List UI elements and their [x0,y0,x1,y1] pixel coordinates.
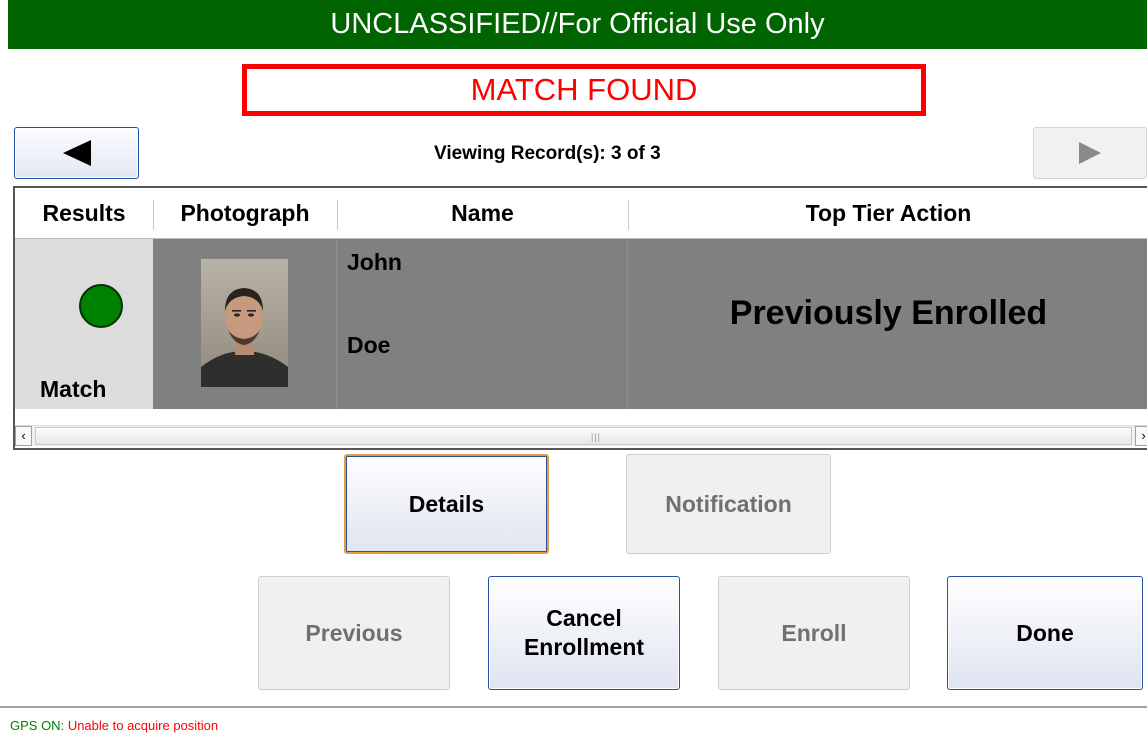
prev-record-button[interactable] [14,127,139,179]
match-indicator-icon [79,284,123,328]
notification-button[interactable]: Notification [626,454,831,554]
scroll-left-arrow-icon[interactable]: ‹ [15,426,32,446]
status-divider [0,706,1147,708]
done-button[interactable]: Done [947,576,1143,690]
column-header-photograph[interactable]: Photograph [153,188,337,239]
photograph-cell [153,239,337,409]
cancel-enrollment-button[interactable]: Cancel Enrollment [488,576,680,690]
previous-button[interactable]: Previous [258,576,450,690]
last-name: Doe [347,332,391,358]
column-header-name[interactable]: Name [337,188,628,239]
cancel-enrollment-label-line2: Enrollment [523,634,645,660]
triangle-left-icon [62,140,91,166]
results-cell: Match [15,239,153,409]
record-counter: Viewing Record(s): 3 of 3 [434,143,661,164]
next-record-button[interactable] [1033,127,1147,179]
triangle-right-icon [1079,142,1101,164]
column-header-results[interactable]: Results [15,188,153,239]
details-button[interactable]: Details [344,454,549,554]
scrollbar-thumb[interactable]: ||| [35,427,1132,445]
grid-header: Results Photograph Name Top Tier Action [15,188,1147,239]
gps-message: Unable to acquire position [67,718,219,733]
column-header-top-tier-action[interactable]: Top Tier Action [628,188,1147,239]
gps-label: GPS ON: [10,718,65,733]
top-tier-action-cell: Previously Enrolled [729,293,1048,332]
name-cell: John Doe [337,239,628,409]
table-row[interactable]: Match John Doe Previously Enrolled [15,239,1147,409]
subject-photo [201,259,288,387]
match-status-box: MATCH FOUND [242,64,926,116]
gps-status: GPS ON: Unable to acquire position [10,718,218,733]
cancel-enrollment-label-line1: Cancel [546,605,622,632]
scroll-right-arrow-icon[interactable]: › [1135,426,1147,446]
result-label: Match [40,376,107,402]
classification-banner: UNCLASSIFIED//For Official Use Only [8,0,1147,49]
horizontal-scrollbar[interactable]: ‹ ||| › [15,425,1147,446]
grip-icon: ||| [591,432,602,442]
first-name: John [347,249,402,275]
enroll-button[interactable]: Enroll [718,576,910,690]
results-grid: Results Photograph Name Top Tier Action … [13,186,1147,450]
